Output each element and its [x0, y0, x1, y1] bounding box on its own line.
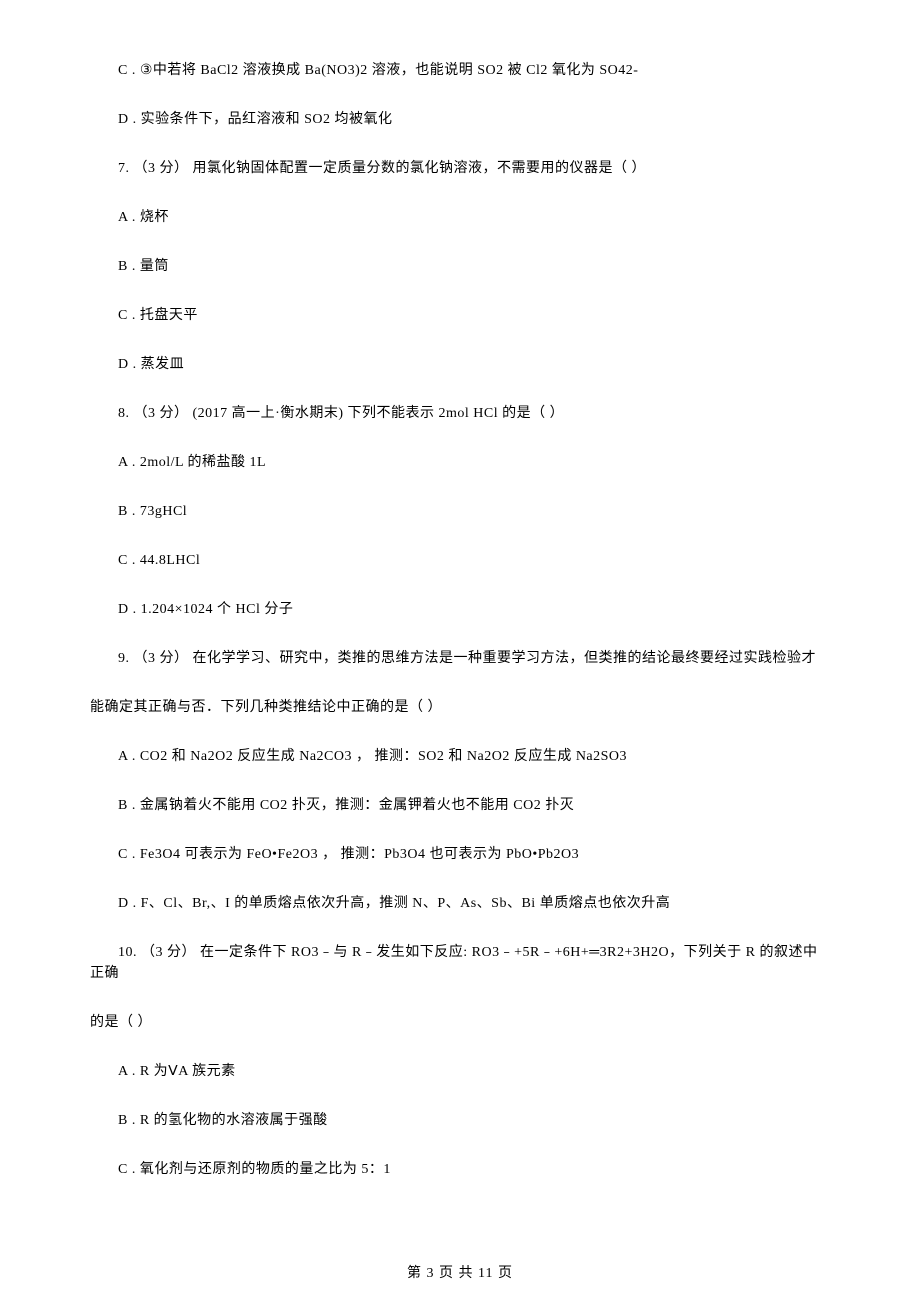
question-8-stem: 8. （3 分） (2017 高一上·衡水期末) 下列不能表示 2mol HCl… — [90, 403, 830, 424]
question-10-stem-line1: 10. （3 分） 在一定条件下 RO3﹣与 R﹣发生如下反应: RO3﹣+5R… — [90, 942, 830, 984]
option-d: D . 实验条件下，品红溶液和 SO2 均被氧化 — [90, 109, 830, 130]
q7-option-d: D . 蒸发皿 — [90, 354, 830, 375]
q7-option-b: B . 量筒 — [90, 256, 830, 277]
q10-option-c: C . 氧化剂与还原剂的物质的量之比为 5：1 — [90, 1159, 830, 1180]
question-10-stem-line2: 的是（ ） — [90, 1012, 830, 1033]
q8-option-b: B . 73gHCl — [90, 501, 830, 522]
document-body: C . ③中若将 BaCl2 溶液换成 Ba(NO3)2 溶液，也能说明 SO2… — [90, 60, 830, 1180]
question-9-stem-line1: 9. （3 分） 在化学学习、研究中，类推的思维方法是一种重要学习方法，但类推的… — [90, 648, 830, 669]
question-9-stem-line2: 能确定其正确与否．下列几种类推结论中正确的是（ ） — [90, 697, 830, 718]
q10-option-b: B . R 的氢化物的水溶液属于强酸 — [90, 1110, 830, 1131]
option-c: C . ③中若将 BaCl2 溶液换成 Ba(NO3)2 溶液，也能说明 SO2… — [90, 60, 830, 81]
q9-option-b: B . 金属钠着火不能用 CO2 扑灭，推测：金属钾着火也不能用 CO2 扑灭 — [90, 795, 830, 816]
q9-option-c: C . Fe3O4 可表示为 FeO•Fe2O3 ， 推测：Pb3O4 也可表示… — [90, 844, 830, 865]
q10-option-a: A . R 为ⅤA 族元素 — [90, 1061, 830, 1082]
q7-option-a: A . 烧杯 — [90, 207, 830, 228]
q8-option-a: A . 2mol/L 的稀盐酸 1L — [90, 452, 830, 473]
q9-option-d: D . F、Cl、Br,、I 的单质熔点依次升高，推测 N、P、As、Sb、Bi… — [90, 893, 830, 914]
q8-option-c: C . 44.8LHCl — [90, 550, 830, 571]
q9-option-a: A . CO2 和 Na2O2 反应生成 Na2CO3 ， 推测：SO2 和 N… — [90, 746, 830, 767]
page-footer: 第 3 页 共 11 页 — [0, 1263, 920, 1284]
question-7-stem: 7. （3 分） 用氯化钠固体配置一定质量分数的氯化钠溶液，不需要用的仪器是（ … — [90, 158, 830, 179]
q8-option-d: D . 1.204×1024 个 HCl 分子 — [90, 599, 830, 620]
q7-option-c: C . 托盘天平 — [90, 305, 830, 326]
